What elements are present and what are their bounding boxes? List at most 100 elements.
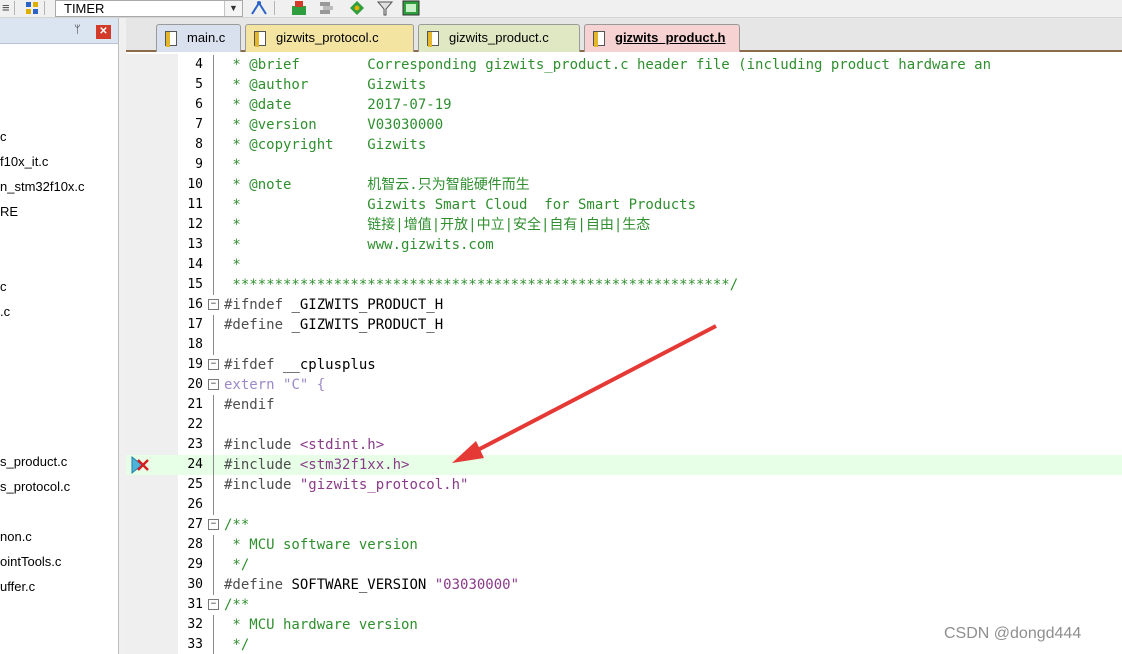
- fold-guide: [213, 195, 214, 215]
- code-editor[interactable]: 4 * @brief Corresponding gizwits_product…: [126, 54, 1122, 654]
- close-icon[interactable]: ✕: [96, 25, 111, 39]
- tab-gizwits-product-h[interactable]: gizwits_product.h: [584, 24, 740, 52]
- code-comment: * www.gizwits.com: [224, 237, 494, 253]
- code-line[interactable]: 18: [126, 335, 1122, 355]
- error-marker-icon[interactable]: [130, 455, 150, 475]
- code-text: * @brief Corresponding gizwits_product.c…: [224, 55, 991, 75]
- code-line[interactable]: 5 * @author Gizwits: [126, 75, 1122, 95]
- target-options-icon[interactable]: [23, 0, 41, 16]
- tree-item-file[interactable]: uffer.c: [0, 579, 35, 595]
- tree-item-file[interactable]: ointTools.c: [0, 554, 61, 570]
- layers-icon[interactable]: [318, 0, 336, 16]
- code-line[interactable]: 19− #ifdef __cplusplus: [126, 355, 1122, 375]
- fold-guide: [213, 555, 214, 575]
- code-text: */: [224, 635, 249, 654]
- panel-splitter[interactable]: [119, 18, 126, 654]
- pack-installer-icon[interactable]: [290, 0, 308, 16]
- code-text: #endif: [224, 395, 275, 415]
- code-line[interactable]: 10 * @note 机智云.只为智能硬件而生: [126, 175, 1122, 195]
- code-line[interactable]: 6 * @date 2017-07-19: [126, 95, 1122, 115]
- diamond-icon[interactable]: [348, 0, 366, 16]
- manage-components-icon[interactable]: [250, 0, 268, 16]
- code-line[interactable]: 7 * @version V03030000: [126, 115, 1122, 135]
- code-text: #ifndef _GIZWITS_PRODUCT_H: [224, 295, 443, 315]
- code-line[interactable]: 21 #endif: [126, 395, 1122, 415]
- line-number: 8: [195, 137, 203, 152]
- code-identifier: _GIZWITS_PRODUCT_H: [283, 297, 444, 313]
- code-line[interactable]: 20− extern "C" {: [126, 375, 1122, 395]
- code-text: */: [224, 555, 249, 575]
- line-number: 16: [187, 297, 203, 312]
- debug-window-icon[interactable]: [402, 0, 420, 16]
- code-line[interactable]: 22: [126, 415, 1122, 435]
- line-number: 7: [195, 117, 203, 132]
- toolbar-partial-icon[interactable]: ≡: [2, 0, 10, 16]
- tree-item-file[interactable]: c: [0, 279, 7, 295]
- fold-guide: [213, 455, 214, 475]
- fold-toggle-icon[interactable]: −: [208, 519, 219, 530]
- code-line[interactable]: 11 * Gizwits Smart Cloud for Smart Produ…: [126, 195, 1122, 215]
- code-comment: */: [224, 557, 250, 573]
- fold-toggle-icon[interactable]: −: [208, 359, 219, 370]
- code-line[interactable]: 8 * @copyright Gizwits: [126, 135, 1122, 155]
- funnel-icon[interactable]: [376, 0, 394, 16]
- code-line[interactable]: 30 #define SOFTWARE_VERSION "03030000": [126, 575, 1122, 595]
- tab-main-c[interactable]: main.c: [156, 24, 241, 52]
- code-text: * @date 2017-07-19: [224, 95, 451, 115]
- code-text: * @note 机智云.只为智能硬件而生: [224, 175, 530, 195]
- code-comment: /**: [224, 597, 250, 613]
- code-line[interactable]: 14 *: [126, 255, 1122, 275]
- tree-item-file[interactable]: c: [0, 129, 7, 145]
- tree-item-file[interactable]: RE: [0, 204, 18, 220]
- chevron-down-icon[interactable]: ▼: [224, 1, 242, 16]
- code-line[interactable]: 17 #define _GIZWITS_PRODUCT_H: [126, 315, 1122, 335]
- fold-guide: [213, 415, 214, 435]
- fold-guide: [213, 135, 214, 155]
- code-line[interactable]: 23 #include <stdint.h>: [126, 435, 1122, 455]
- code-string: "C": [283, 377, 309, 393]
- code-line[interactable]: 29 */: [126, 555, 1122, 575]
- code-comment: * MCU hardware version: [224, 617, 418, 633]
- file-icon: [165, 31, 177, 47]
- code-line[interactable]: 28 * MCU software version: [126, 535, 1122, 555]
- toolbar-separator: [44, 1, 45, 15]
- code-line[interactable]: 9 *: [126, 155, 1122, 175]
- tree-item-file[interactable]: .c: [0, 304, 10, 320]
- code-line[interactable]: 12 * 链接|增值|开放|中立|安全|自有|自由|生态: [126, 215, 1122, 235]
- code-line[interactable]: 15 *************************************…: [126, 275, 1122, 295]
- fold-toggle-icon[interactable]: −: [208, 379, 219, 390]
- code-comment: * @note 机智云.只为智能硬件而生: [224, 177, 530, 193]
- code-line[interactable]: 13 * www.gizwits.com: [126, 235, 1122, 255]
- code-line[interactable]: 24 #include <stm32f1xx.h>: [126, 455, 1122, 475]
- tree-item-file[interactable]: s_product.c: [0, 454, 67, 470]
- fold-toggle-icon[interactable]: −: [208, 599, 219, 610]
- code-line[interactable]: 4 * @brief Corresponding gizwits_product…: [126, 55, 1122, 75]
- line-number: 19: [187, 357, 203, 372]
- tree-item-file[interactable]: non.c: [0, 529, 32, 545]
- code-line[interactable]: 31−/**: [126, 595, 1122, 615]
- tree-item-file[interactable]: s_protocol.c: [0, 479, 70, 495]
- code-line[interactable]: 16− #ifndef _GIZWITS_PRODUCT_H: [126, 295, 1122, 315]
- code-text: /**: [224, 595, 249, 615]
- tab-gizwits-product-c[interactable]: gizwits_product.c: [418, 24, 580, 52]
- tree-item-file[interactable]: f10x_it.c: [0, 154, 48, 170]
- tree-item-file[interactable]: n_stm32f10x.c: [0, 179, 85, 195]
- fold-guide: [213, 155, 214, 175]
- code-text: extern "C" {: [224, 375, 325, 395]
- code-preprocessor: #include: [224, 457, 292, 473]
- code-text: * Gizwits Smart Cloud for Smart Products: [224, 195, 696, 215]
- code-string: <stdint.h>: [299, 437, 385, 453]
- target-select[interactable]: TIMER ▼: [55, 0, 243, 17]
- watermark: CSDN @dongd444: [944, 625, 1082, 642]
- line-number: 14: [187, 257, 203, 272]
- tab-gizwits-protocol-c[interactable]: gizwits_protocol.c: [245, 24, 414, 52]
- pin-icon[interactable]: ᛘ: [74, 24, 81, 36]
- code-line[interactable]: 27−/**: [126, 515, 1122, 535]
- code-line[interactable]: 25 #include "gizwits_protocol.h": [126, 475, 1122, 495]
- code-comment: * 链接|增值|开放|中立|安全|自有|自由|生态: [224, 217, 651, 233]
- code-line[interactable]: 26: [126, 495, 1122, 515]
- fold-toggle-icon[interactable]: −: [208, 299, 219, 310]
- line-number: 9: [195, 157, 203, 172]
- line-number: 10: [187, 177, 203, 192]
- fold-guide: [213, 235, 214, 255]
